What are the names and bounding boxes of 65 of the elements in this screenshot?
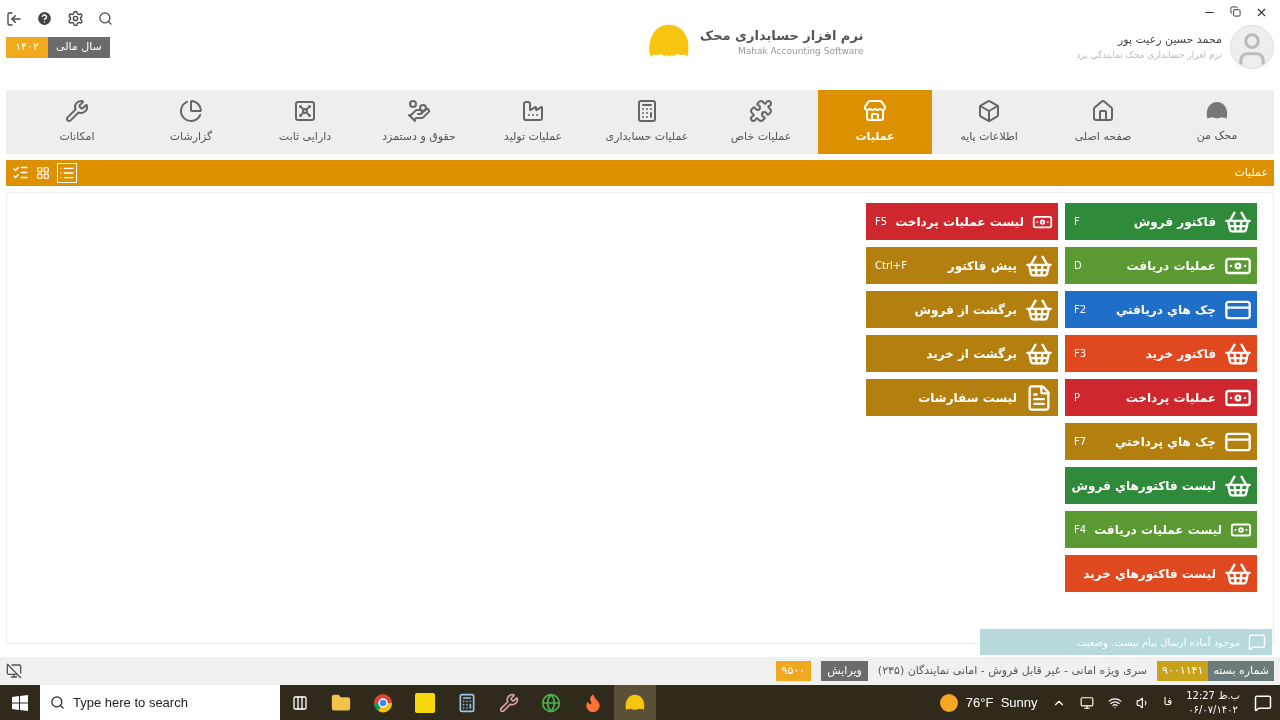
weather-text[interactable]: 76°F Sunny (965, 692, 1038, 713)
monitor-icon[interactable] (1079, 695, 1094, 710)
tool-icon[interactable] (499, 692, 519, 713)
series-text: سری ویژه امانی - غیر قابل فروش - امانی نمایندگان (۲۳۵) (877, 662, 1148, 679)
nav-tab[interactable]: گزارشات (134, 90, 248, 154)
safe-icon (293, 98, 317, 123)
calculator-icon (635, 98, 659, 123)
package-label: شماره بسته (1208, 660, 1274, 682)
nav-tab[interactable]: دارایی ثابت (248, 90, 362, 154)
wifi-icon[interactable] (1107, 695, 1122, 710)
search-icon[interactable] (98, 11, 113, 26)
browser-icon[interactable] (373, 692, 393, 713)
hand-coins-icon (407, 98, 431, 123)
section-title: عملیات (1234, 164, 1268, 181)
player-icon[interactable] (415, 692, 435, 713)
edition-label: ویرایش (821, 660, 868, 682)
notifications-icon[interactable] (1254, 693, 1272, 712)
calculator-icon[interactable] (457, 692, 477, 713)
task-view-icon[interactable] (292, 694, 308, 711)
factory-icon (521, 98, 545, 123)
pie-chart-icon (179, 98, 203, 123)
clock-date: ۰۶/۰۷/۱۴۰۲ (1188, 702, 1238, 717)
operation-tile[interactable]: لیست فاکتورهاي خرید (1065, 555, 1257, 593)
nav-tab[interactable]: حقوق و دستمزد (362, 90, 476, 154)
screen-icon[interactable] (6, 663, 22, 679)
close-icon[interactable] (1255, 6, 1268, 19)
fiscal-year-label: سال مالی (48, 37, 110, 58)
help-icon[interactable] (36, 10, 53, 27)
nav-tab[interactable]: عملیات خاص (704, 90, 818, 154)
clock-time: 12:27 ب.ظ (1186, 688, 1240, 703)
operation-tile[interactable]: برگشت از فروش (866, 291, 1058, 329)
nav-tab[interactable]: عملیات حسابداری (590, 90, 704, 154)
user-name: محمد حسین رعیت پور (1116, 32, 1222, 48)
language-indicator[interactable]: فا (1163, 694, 1173, 711)
restore-icon[interactable] (1230, 6, 1241, 17)
operation-tile[interactable]: برگشت از خرید (866, 335, 1058, 373)
taskbar-search-field[interactable]: Type here to search (40, 685, 280, 720)
fiscal-year-value: ۱۴۰۲ (6, 37, 48, 58)
folder-icon[interactable] (331, 692, 351, 713)
edition-number: ۹۵۰۰ (775, 660, 812, 682)
helmet-icon (1205, 99, 1229, 122)
list-view-icon[interactable] (57, 162, 77, 183)
app-subtitle: Mahak Accounting Software (738, 45, 864, 58)
puzzle-icon (749, 98, 773, 123)
search-icon (50, 695, 65, 711)
settings-icon[interactable] (67, 10, 84, 27)
windows-icon (12, 694, 28, 711)
nav-tab[interactable]: امکانات (20, 90, 134, 154)
package-number: ۹۰۰۱۱۴۱ (1157, 660, 1209, 682)
nav-tab[interactable]: محک من (1160, 90, 1274, 154)
helmet-icon (624, 692, 646, 713)
logout-icon[interactable] (6, 10, 22, 27)
user-organization: نرم افزار حسابداري محک نمايندگي يزد (1076, 48, 1222, 62)
toast-message: موجود آماده ارسال پیام نیست. وضعیت (1076, 635, 1240, 650)
tools-icon (65, 98, 89, 123)
home-icon (1091, 98, 1115, 123)
operation-tile[interactable]: لیست سفارشات (866, 379, 1058, 417)
nav-tab[interactable]: صفحه اصلی (1046, 90, 1160, 154)
app-title: نرم افزار حسابداری محک (699, 26, 864, 45)
box-icon (977, 98, 1001, 123)
globe-icon[interactable] (541, 692, 561, 713)
nav-tab[interactable]: اطلاعات پایه (932, 90, 1046, 154)
sun-icon (939, 693, 958, 712)
operation-tile[interactable]: لیست فاکتورهاي فروش (1065, 467, 1257, 505)
nav-tab[interactable]: عملیات تولید (476, 90, 590, 154)
